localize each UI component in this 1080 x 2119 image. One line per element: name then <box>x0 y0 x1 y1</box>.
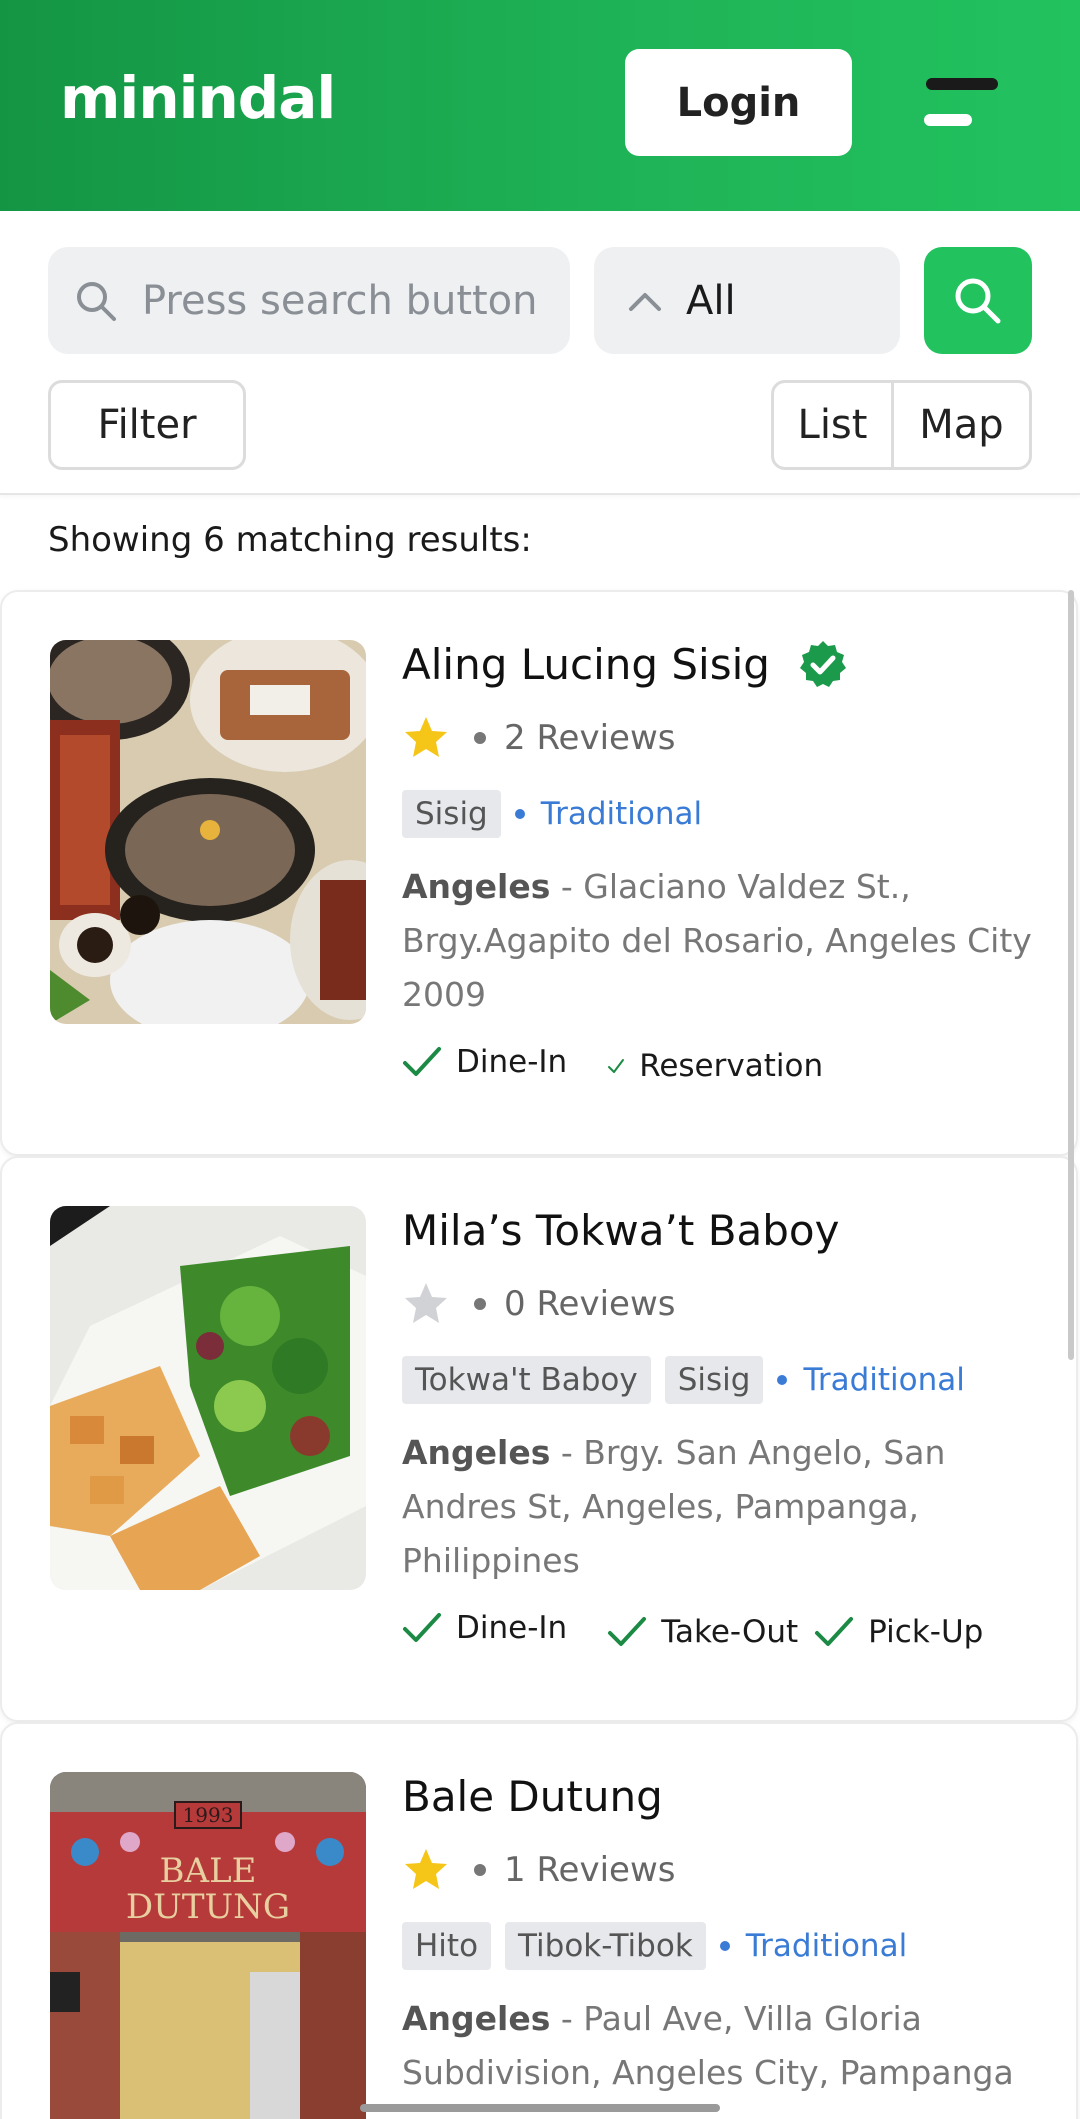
cuisine-tag: Tibok-Tibok <box>505 1922 706 1970</box>
search-button[interactable] <box>924 247 1032 354</box>
star-icon <box>405 717 447 757</box>
restaurant-info: Mila’s Tokwa’t Baboy 0 Reviews Tokwa't B… <box>402 1198 1042 1658</box>
cuisine-tag: Hito <box>402 1922 492 1970</box>
filter-button[interactable]: Filter <box>48 380 246 470</box>
service-label: Dine-In <box>456 1610 568 1646</box>
sign-line-1: BALE <box>160 1851 257 1891</box>
service-label: Pick-Up <box>868 1614 984 1650</box>
list-view-button[interactable]: List <box>774 383 894 467</box>
service-options: Dine-In Reservation <box>402 1032 1042 1092</box>
check-icon <box>403 1047 441 1076</box>
sign-year: 1993 <box>183 1803 234 1827</box>
cuisine-tag: Sisig <box>402 790 501 838</box>
restaurant-name[interactable]: Bale Dutung <box>402 1772 663 1821</box>
sign-line-2: DUTUNG <box>126 1887 290 1927</box>
restaurant-photo[interactable]: 1993 BALE DUTUNG <box>50 1772 366 2119</box>
star-icon <box>405 1283 447 1323</box>
star-icon <box>405 1849 447 1889</box>
restaurant-info: Aling Lucing Sisig 2 Reviews Sisig Tradi… <box>402 632 1042 1092</box>
app-header: minindal Login <box>0 0 1080 211</box>
restaurant-card[interactable]: Mila’s Tokwa’t Baboy 0 Reviews Tokwa't B… <box>0 1156 1078 1722</box>
restaurant-address: Angeles - Paul Ave, Villa Gloria Subdivi… <box>402 1999 1014 2092</box>
home-indicator[interactable] <box>360 2104 720 2112</box>
search-panel: Press search button All Filter List Map <box>0 211 1080 495</box>
review-count[interactable]: 0 Reviews <box>504 1284 675 1324</box>
style-label: Traditional <box>540 796 703 832</box>
check-icon <box>608 1059 625 1073</box>
restaurant-card[interactable]: Aling Lucing Sisig 2 Reviews Sisig Tradi… <box>0 590 1078 1156</box>
service-label: Take-Out <box>661 1614 799 1650</box>
style-label: Traditional <box>745 1928 908 1964</box>
login-button[interactable]: Login <box>625 49 852 156</box>
map-view-button[interactable]: Map <box>894 383 1029 467</box>
check-icon <box>403 1613 441 1642</box>
cuisine-tag: Sisig <box>664 1356 764 1404</box>
service-label: Dine-In <box>456 1044 568 1080</box>
restaurant-address: Angeles - Glaciano Valdez St., Brgy.Agap… <box>402 867 1032 1014</box>
cuisine-tag: Tokwa't Baboy <box>402 1356 651 1404</box>
service-label: Reservation <box>639 1048 824 1084</box>
review-count[interactable]: 1 Reviews <box>504 1850 675 1890</box>
restaurant-info: Bale Dutung 1 Reviews Hito Tibok-Tibok T… <box>402 1764 1042 2100</box>
app-logo[interactable]: minindal <box>60 64 336 132</box>
chevron-up-icon <box>629 292 661 311</box>
category-value: All <box>686 277 736 324</box>
search-icon <box>77 281 116 321</box>
service-options: Dine-In Take-Out Pick-Up <box>402 1598 1042 1658</box>
style-label: Traditional <box>803 1362 965 1398</box>
restaurant-photo[interactable] <box>50 640 366 1024</box>
restaurant-address: Angeles - Brgy. San Angelo, San Andres S… <box>402 1433 946 1580</box>
results-summary: Showing 6 matching results: <box>48 520 532 560</box>
review-count[interactable]: 2 Reviews <box>504 718 675 758</box>
search-input[interactable]: Press search button <box>48 247 570 354</box>
verified-badge-icon <box>799 641 846 687</box>
restaurant-name[interactable]: Aling Lucing Sisig <box>402 640 770 689</box>
category-select[interactable]: All <box>594 247 900 354</box>
restaurant-photo[interactable] <box>50 1206 366 1590</box>
search-icon <box>955 278 1001 323</box>
check-icon <box>608 1617 647 1646</box>
search-placeholder: Press search button <box>142 277 538 324</box>
view-toggle: List Map <box>771 380 1032 470</box>
hamburger-menu-icon[interactable] <box>922 78 998 130</box>
check-icon <box>815 1617 854 1646</box>
restaurant-card[interactable]: 1993 BALE DUTUNG Bale Dutung 1 Reviews H… <box>0 1722 1078 2119</box>
restaurant-name[interactable]: Mila’s Tokwa’t Baboy <box>402 1206 839 1255</box>
scrollbar[interactable] <box>1068 590 1074 1360</box>
